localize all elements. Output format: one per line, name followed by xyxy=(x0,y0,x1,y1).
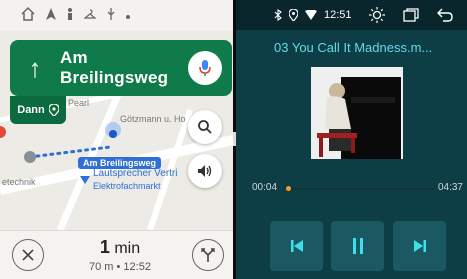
music-panel: 12:51 03 You Call It Madness.m... 00:04 … xyxy=(236,0,467,279)
maneuver-street: Am Breilingsweg xyxy=(60,48,169,87)
close-icon xyxy=(22,249,34,261)
brightness-icon[interactable] xyxy=(369,7,385,23)
total-time: 04:37 xyxy=(437,182,463,193)
elapsed-time: 00:04 xyxy=(252,182,278,193)
system-status-bar: 12:51 xyxy=(236,0,467,30)
recent-apps-icon[interactable] xyxy=(403,8,419,22)
next-track-button[interactable] xyxy=(393,221,446,271)
eta-duration[interactable]: 1 min xyxy=(70,237,170,258)
then-label: Dann xyxy=(17,104,45,116)
seek-bar-thumb[interactable] xyxy=(286,186,292,191)
exit-navigation-button[interactable] xyxy=(12,239,44,271)
play-pause-button[interactable] xyxy=(331,221,384,271)
hanger-icon xyxy=(83,8,97,23)
map-label-lautsprecher: Lautsprecher Vertri xyxy=(93,168,178,179)
maneuver-card[interactable]: ↑ Am Breilingsweg xyxy=(10,40,232,96)
back-icon[interactable] xyxy=(437,8,453,22)
route-fork-icon xyxy=(201,248,215,262)
usb-icon xyxy=(106,7,116,23)
wifi-icon xyxy=(305,10,317,20)
status-indicators: 12:51 xyxy=(274,9,352,21)
eta-detail: 70 m • 12:52 xyxy=(89,261,151,273)
eta-duration-number: 1 xyxy=(99,237,110,257)
track-title: 03 You Call It Madness.m... xyxy=(274,40,433,55)
search-icon xyxy=(198,120,212,134)
map-label-pearl: Pearl xyxy=(68,98,90,108)
bluetooth-icon xyxy=(274,9,282,21)
straight-arrow-icon: ↑ xyxy=(28,52,42,83)
dot-icon xyxy=(126,8,130,22)
person-icon xyxy=(66,7,74,23)
then-card[interactable]: Dann xyxy=(10,96,66,124)
album-cover xyxy=(311,67,403,159)
map-label-elektro: Elektrofachmarkt xyxy=(93,181,161,191)
volume-icon xyxy=(198,165,212,177)
skip-previous-icon xyxy=(290,240,303,252)
alternate-routes-button[interactable] xyxy=(192,239,224,271)
pause-icon xyxy=(352,238,363,254)
location-icon xyxy=(289,9,298,21)
trip-summary-bar: 1 min 70 m • 12:52 xyxy=(0,230,233,279)
maps-status-bar xyxy=(0,0,233,30)
home-icon[interactable] xyxy=(20,6,36,25)
maps-panel: ↑ Am Breilingsweg Dann Pearl Götzmann u.… xyxy=(0,0,233,279)
search-button[interactable] xyxy=(188,110,222,144)
destination-pin-icon xyxy=(48,104,59,116)
navigation-arrow-icon xyxy=(46,7,56,23)
microphone-icon xyxy=(199,60,211,76)
eta-duration-unit: min xyxy=(109,240,141,257)
map-label-gotzmann: Götzmann u. Ho xyxy=(120,114,186,124)
playback-progress: 00:04 04:37 xyxy=(252,182,463,196)
seek-bar[interactable] xyxy=(286,186,434,191)
skip-next-icon xyxy=(413,240,426,252)
voice-search-button[interactable] xyxy=(188,51,222,85)
sound-button[interactable] xyxy=(188,154,222,188)
status-actions xyxy=(369,7,453,23)
clock: 12:51 xyxy=(324,9,352,21)
previous-track-button[interactable] xyxy=(270,221,323,271)
map-label-technik: etechnik xyxy=(2,177,36,187)
screen: ↑ Am Breilingsweg Dann Pearl Götzmann u.… xyxy=(0,0,467,279)
